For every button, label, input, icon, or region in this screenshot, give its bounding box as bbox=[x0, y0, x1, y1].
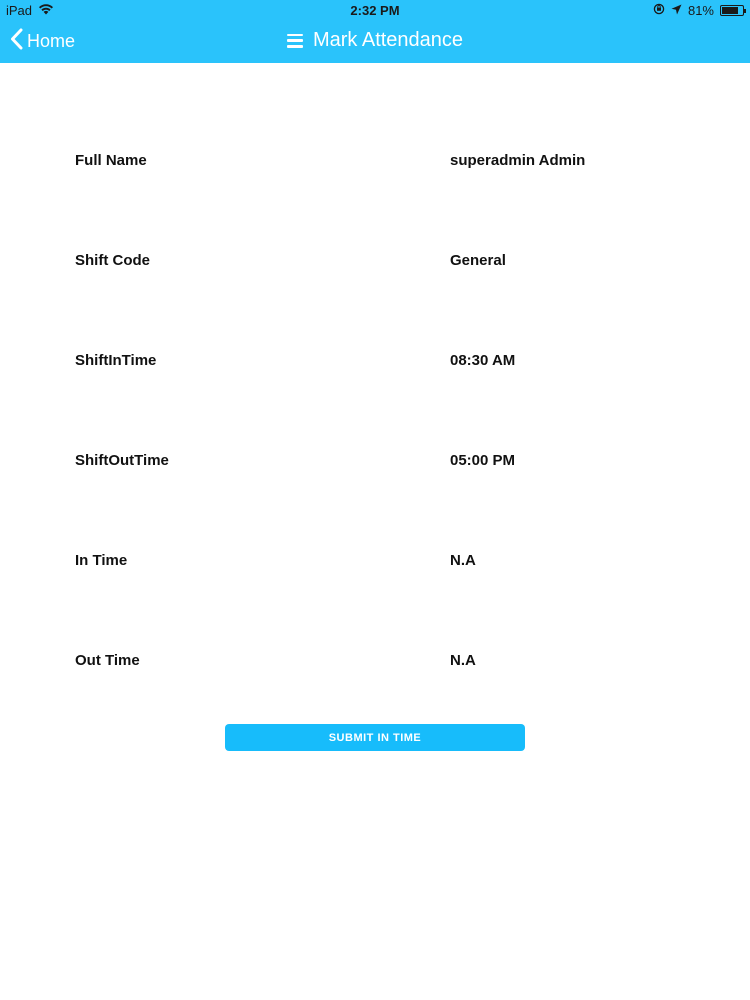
detail-label: Shift Code bbox=[75, 252, 150, 269]
menu-icon[interactable] bbox=[286, 33, 303, 48]
page-title-group: Mark Attendance bbox=[0, 29, 750, 52]
detail-value: 08:30 AM bbox=[450, 352, 516, 369]
status-right: 81% bbox=[653, 3, 746, 18]
detail-value: General bbox=[450, 252, 506, 269]
detail-row-shift-code: Shift Code General bbox=[75, 252, 675, 272]
detail-value: N.A bbox=[450, 552, 476, 569]
submit-in-time-button[interactable]: SUBMIT IN TIME bbox=[225, 724, 525, 751]
navigation-bar: Home Mark Attendance bbox=[0, 22, 750, 63]
status-bar: iPad 2:32 PM 81% bbox=[0, 0, 750, 22]
detail-row-full-name: Full Name superadmin Admin bbox=[75, 152, 675, 172]
detail-value: N.A bbox=[450, 652, 476, 669]
battery-percent: 81% bbox=[687, 3, 714, 18]
battery-level bbox=[722, 7, 738, 14]
status-time: 2:32 PM bbox=[350, 3, 400, 18]
detail-label: Out Time bbox=[75, 652, 140, 669]
page-title: Mark Attendance bbox=[312, 29, 464, 51]
detail-label: ShiftOutTime bbox=[75, 452, 169, 469]
detail-value: 05:00 PM bbox=[450, 452, 516, 469]
detail-row-shift-in-time: ShiftInTime 08:30 AM bbox=[75, 352, 675, 372]
battery-icon bbox=[720, 5, 746, 16]
header: iPad 2:32 PM 81% Home Mark Attendance bbox=[0, 0, 750, 63]
detail-row-shift-out-time: ShiftOutTime 05:00 PM bbox=[75, 452, 675, 472]
detail-row-in-time: In Time N.A bbox=[75, 552, 675, 572]
detail-label: In Time bbox=[75, 552, 128, 569]
location-arrow-icon bbox=[671, 3, 682, 18]
detail-row-out-time: Out Time N.A bbox=[75, 652, 675, 672]
detail-label: ShiftInTime bbox=[75, 352, 157, 369]
orientation-lock-icon bbox=[653, 3, 665, 18]
detail-value: superadmin Admin bbox=[450, 152, 586, 169]
detail-label: Full Name bbox=[75, 152, 147, 169]
